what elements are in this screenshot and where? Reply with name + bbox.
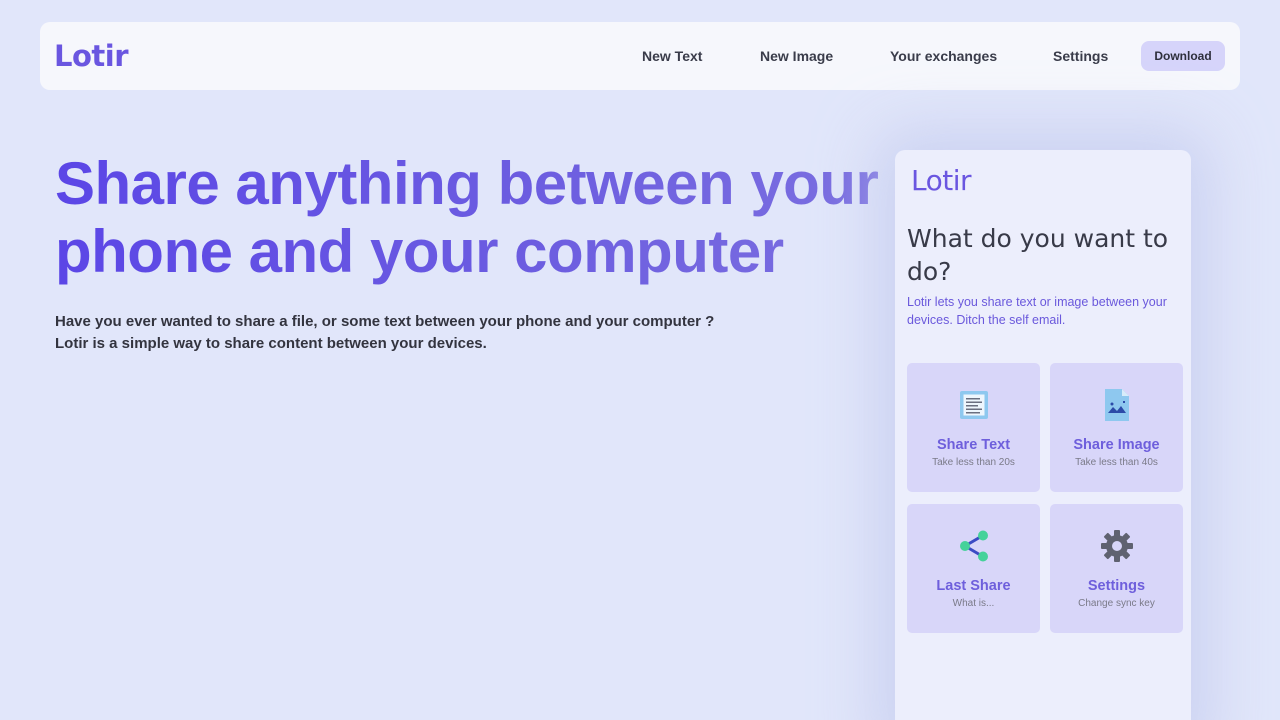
last-share-title: Last Share (936, 578, 1011, 594)
share-text-tile[interactable]: Share Text Take less than 20s (907, 363, 1040, 492)
settings-title: Settings (1087, 578, 1146, 594)
logo[interactable]: Lotir (54, 40, 129, 72)
phone-subtitle: Lotir lets you share text or image betwe… (907, 295, 1167, 327)
share-icon (959, 530, 988, 562)
share-image-title: Share Image (1073, 437, 1160, 453)
document-text-icon (959, 391, 988, 419)
navbar: Lotir New Text New Image Your exchanges … (40, 22, 1240, 90)
share-text-title: Share Text (936, 437, 1011, 453)
settings-tile[interactable]: Settings Change sync key (1050, 504, 1183, 633)
share-image-subtitle: Take less than 40s (1075, 457, 1158, 468)
last-share-tile[interactable]: Last Share What is... (907, 504, 1040, 633)
phone-logo: Lotir (911, 164, 972, 197)
hero-description-line-1: Have you ever wanted to share a file, or… (55, 313, 715, 330)
share-image-tile[interactable]: Share Image Take less than 40s (1050, 363, 1183, 492)
gear-icon (1100, 530, 1133, 562)
nav-settings-link[interactable]: Settings (1053, 48, 1108, 64)
share-text-subtitle: Take less than 20s (932, 457, 1015, 468)
last-share-subtitle: What is... (952, 598, 995, 609)
nav-new-text-link[interactable]: New Text (642, 48, 702, 64)
nav-new-image-link[interactable]: New Image (760, 48, 833, 64)
phone-mockup: Lotir What do you want to do? Lotir lets… (895, 150, 1191, 720)
hero-title: Share anything between your phone and yo… (55, 150, 885, 286)
phone-title: What do you want to do? (907, 224, 1169, 286)
nav-your-exchanges-link[interactable]: Your exchanges (890, 48, 997, 64)
download-button[interactable]: Download (1141, 41, 1225, 71)
settings-subtitle: Change sync key (1078, 598, 1155, 609)
image-file-icon (1104, 389, 1129, 421)
hero-description-line-2: Lotir is a simple way to share content b… (55, 335, 487, 352)
hero-description: Have you ever wanted to share a file, or… (55, 311, 815, 355)
